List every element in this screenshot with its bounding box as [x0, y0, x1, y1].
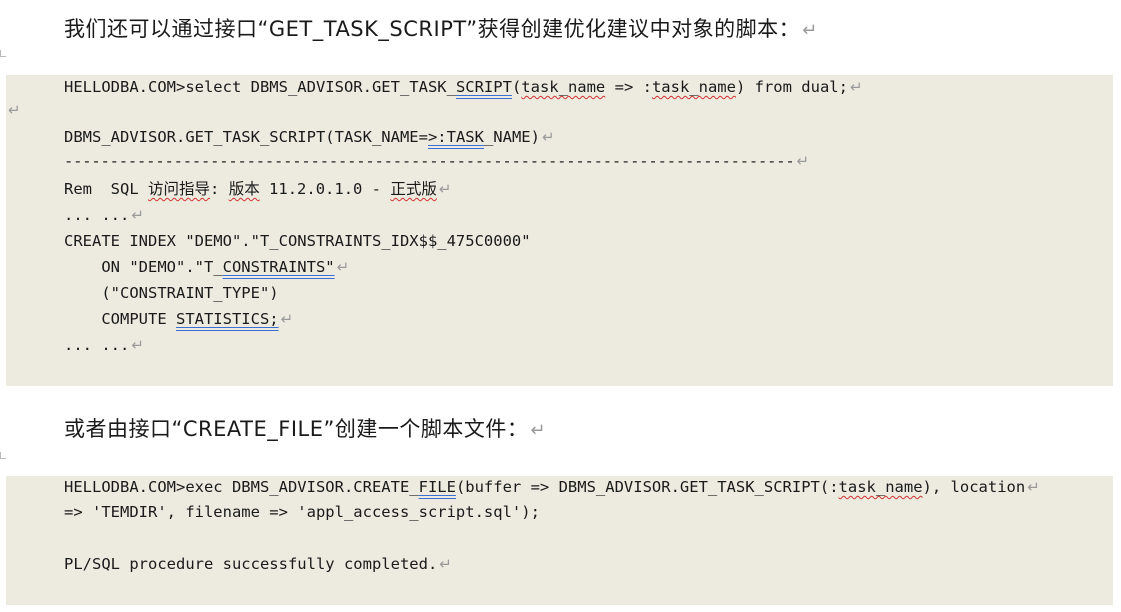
code-line: CREATE INDEX "DEMO"."T_CONSTRAINTS_IDX$$… — [64, 231, 531, 251]
code-text: task_name — [651, 78, 736, 96]
code-text: => : — [605, 78, 652, 96]
code-text: ----------------------------------------… — [64, 152, 795, 170]
code-line: => 'TEMDIR', filename => 'appl_access_sc… — [64, 502, 540, 522]
margin-corner-mark — [0, 452, 6, 459]
code-text: 访问指导 — [148, 180, 211, 198]
paragraph-mark-icon: ↵ — [439, 555, 452, 573]
paragraph-mark-icon: ↵ — [541, 128, 555, 146]
code-text: (buffer => DBMS_ADVISOR.GET_TASK_SCRIPT(… — [455, 478, 839, 496]
code-text: Rem SQL — [64, 180, 148, 198]
paragraph-mark-icon: ↵ — [336, 258, 350, 276]
code-text: HELLODBA.COM>select DBMS_ADVISOR.GET_TAS… — [64, 78, 456, 96]
paragraph-mark-icon: ↵ — [438, 180, 452, 198]
code-text: 版本 — [228, 180, 260, 198]
paragraph-text: 或者由接口“CREATE_FILE”创建一个脚本文件： ↵ — [64, 414, 546, 446]
paragraph-mark-icon: ↵ — [131, 206, 144, 224]
code-line: ----------------------------------------… — [64, 151, 809, 171]
margin-corner-mark — [0, 50, 6, 57]
paragraph-mark-icon: ↵ — [1027, 478, 1040, 496]
code-text: task_name — [521, 78, 606, 96]
code-text: CONSTRAINTS" — [222, 258, 335, 276]
paragraph-mark-icon: ↵ — [849, 78, 863, 96]
code-text: ("CONSTRAINT_TYPE") — [64, 284, 279, 302]
code-text: ) from dual; — [735, 78, 848, 96]
code-line: HELLODBA.COM>select DBMS_ADVISOR.GET_TAS… — [64, 77, 863, 97]
code-text: : — [210, 180, 229, 198]
code-text: ... ... — [64, 336, 130, 354]
paragraph-mark-icon: ↵ — [530, 420, 546, 441]
code-line: COMPUTE STATISTICS; ↵ — [64, 309, 293, 329]
code-text: FILE — [418, 478, 456, 496]
code-line: HELLODBA.COM>exec DBMS_ADVISOR.CREATE_FI… — [64, 477, 1040, 497]
paragraph-text: 我们还可以通过接口“GET_TASK_SCRIPT”获得创建优化建议中对象的脚本… — [64, 14, 818, 46]
code-block: HELLODBA.COM>select DBMS_ADVISOR.GET_TAS… — [6, 75, 1113, 386]
paragraph-mark-icon: ↵ — [280, 310, 294, 328]
code-line: ON "DEMO"."T_CONSTRAINTS" ↵ — [64, 257, 349, 277]
code-line: DBMS_ADVISOR.GET_TASK_SCRIPT(TASK_NAME=>… — [64, 127, 555, 147]
code-text: ( — [511, 78, 522, 96]
code-line: PL/SQL procedure successfully completed.… — [64, 554, 452, 574]
code-text: 11.2.0.1.0 - — [259, 180, 391, 198]
code-text: => 'TEMDIR', filename => 'appl_access_sc… — [64, 503, 540, 521]
paragraph-mark-icon: ↵ — [802, 20, 818, 41]
code-text: task_name — [838, 478, 923, 496]
code-text: ON "DEMO"."T_ — [64, 258, 223, 276]
code-text: >:TASK — [427, 128, 484, 146]
code-line: ("CONSTRAINT_TYPE") — [64, 283, 279, 303]
paragraph-mark-icon: ↵ — [131, 336, 144, 354]
paragraph-mark-icon: ↵ — [796, 152, 810, 170]
code-block: HELLODBA.COM>exec DBMS_ADVISOR.CREATE_FI… — [6, 476, 1113, 605]
code-text: SCRIPT — [455, 78, 512, 96]
code-line: Rem SQL 访问指导: 版本 11.2.0.1.0 - 正式版 ↵ — [64, 179, 451, 199]
code-text: CREATE INDEX "DEMO"."T_CONSTRAINTS_IDX$$… — [64, 232, 531, 250]
paragraph-1-text: 我们还可以通过接口“GET_TASK_SCRIPT”获得创建优化建议中对象的脚本… — [64, 17, 801, 41]
code-text: DBMS_ADVISOR.GET_TASK_SCRIPT(TASK_NAME= — [64, 128, 428, 146]
code-text: 正式版 — [390, 180, 437, 198]
code-text: _NAME) — [483, 128, 540, 146]
code-text: ), location — [922, 478, 1026, 496]
paragraph-2-text: 或者由接口“CREATE_FILE”创建一个脚本文件： — [64, 417, 529, 441]
paragraph-mark-icon: ↵ — [8, 101, 21, 119]
code-text: STATISTICS; — [175, 310, 279, 328]
code-line: ... ... ↵ — [64, 335, 144, 355]
code-text: HELLODBA.COM>exec DBMS_ADVISOR.CREATE_ — [64, 478, 419, 496]
code-text: COMPUTE — [64, 310, 176, 328]
code-text: PL/SQL procedure successfully completed. — [64, 555, 438, 573]
code-text: ... ... — [64, 206, 130, 224]
code-line: ... ... ↵ — [64, 205, 144, 225]
